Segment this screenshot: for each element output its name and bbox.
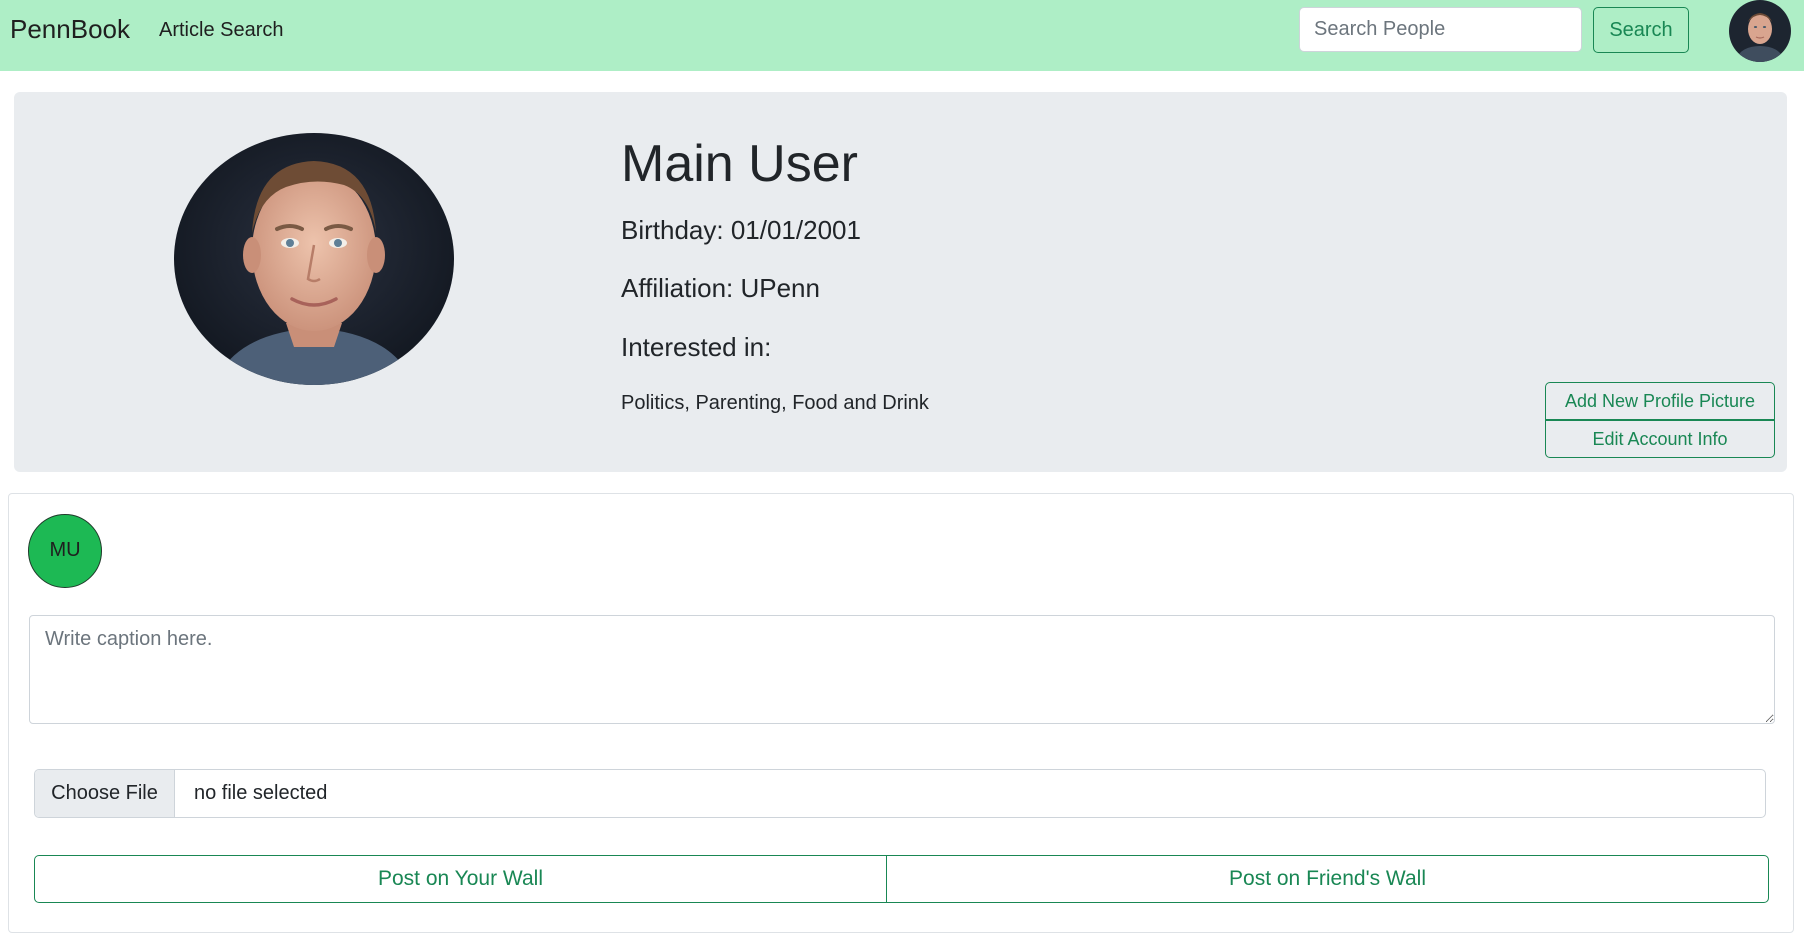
file-status: no file selected bbox=[194, 782, 328, 804]
profile-interests: Politics, Parenting, Food and Drink bbox=[621, 392, 929, 414]
user-avatar-icon[interactable] bbox=[1729, 0, 1791, 62]
profile-name: Main User bbox=[621, 135, 858, 193]
caption-textarea[interactable] bbox=[29, 615, 1775, 724]
profile-photo-icon bbox=[174, 133, 454, 385]
search-button[interactable]: Search bbox=[1593, 7, 1689, 53]
post-button-group: Post on Your Wall Post on Friend's Wall bbox=[34, 855, 1769, 903]
search-people-input[interactable] bbox=[1299, 7, 1582, 52]
edit-account-info-button[interactable]: Edit Account Info bbox=[1545, 420, 1775, 458]
post-on-friends-wall-button[interactable]: Post on Friend's Wall bbox=[886, 855, 1769, 903]
nav-link-article-search[interactable]: Article Search bbox=[159, 17, 284, 43]
profile-affiliation: Affiliation: UPenn bbox=[621, 273, 820, 303]
user-initials-avatar: MU bbox=[28, 514, 102, 588]
profile-interested-label: Interested in: bbox=[621, 332, 772, 362]
top-navbar: PennBook Article Search Search bbox=[0, 0, 1804, 71]
post-composer: MU Choose File no file selected Post on … bbox=[8, 493, 1794, 933]
brand-logo[interactable]: PennBook bbox=[10, 12, 130, 46]
choose-file-button[interactable]: Choose File bbox=[35, 770, 175, 817]
profile-actions: Add New Profile Picture Edit Account Inf… bbox=[1545, 382, 1775, 458]
add-profile-picture-button[interactable]: Add New Profile Picture bbox=[1545, 382, 1775, 420]
profile-birthday: Birthday: 01/01/2001 bbox=[621, 215, 861, 245]
profile-header: Main User Birthday: 01/01/2001 Affiliati… bbox=[14, 92, 1787, 472]
file-input[interactable]: Choose File no file selected bbox=[34, 769, 1766, 818]
post-on-your-wall-button[interactable]: Post on Your Wall bbox=[34, 855, 887, 903]
